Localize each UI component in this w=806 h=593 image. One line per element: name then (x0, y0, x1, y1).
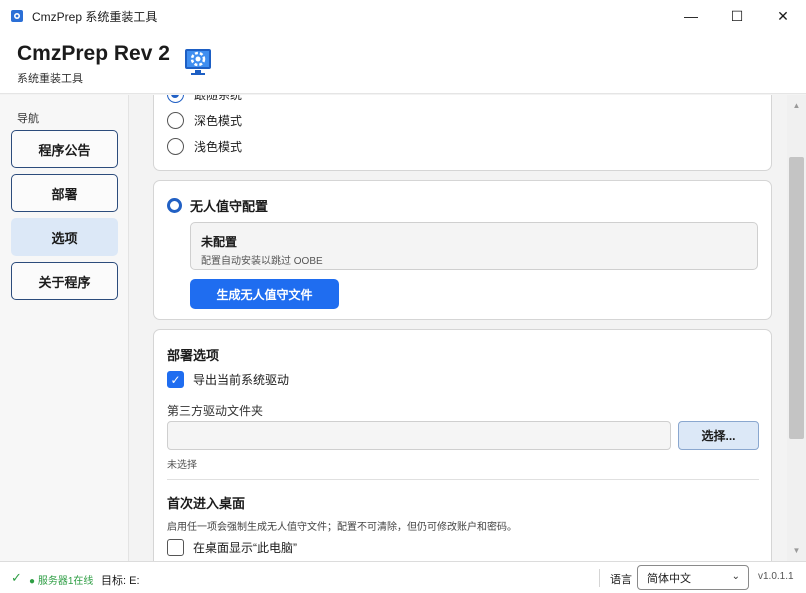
server-status: ● 服务器1在线 (29, 576, 94, 587)
language-select[interactable]: 简体中文 ⌄ (637, 565, 749, 590)
scroll-thumb[interactable] (789, 157, 804, 439)
app-header: CmzPrep Rev 2 系统重装工具 (0, 32, 806, 94)
deploy-options-card: 部署选项 ✓ 导出当前系统驱动 第三方驱动文件夹 选择... 未选择 首次进入桌… (153, 329, 772, 561)
app-icon (11, 10, 23, 22)
app-title: CmzPrep Rev 2 (17, 42, 170, 65)
theme-option-system[interactable]: 跟随系统 (167, 95, 242, 103)
app-subtitle: 系统重装工具 (17, 73, 83, 85)
nav-label: 导航 (17, 113, 39, 125)
unattend-status-box: 未配置 配置自动安装以跳过 OOBE (190, 222, 758, 270)
first-desktop-desc: 启用任一项会强制生成无人值守文件；配置不可清除，但仍可修改账户和密码。 (167, 522, 517, 533)
title-bar: CmzPrep 系统重装工具 — ☐ ✕ (0, 0, 806, 32)
minimize-button[interactable]: — (668, 0, 714, 32)
scroll-up-icon[interactable]: ▲ (787, 97, 806, 114)
unattend-status-desc: 配置自动安装以跳过 OOBE (201, 256, 323, 267)
maximize-button[interactable]: ☐ (714, 0, 760, 32)
deploy-options-title: 部署选项 (167, 348, 220, 363)
browse-folder-button[interactable]: 选择... (678, 421, 759, 450)
language-value: 简体中文 (647, 572, 691, 585)
gear-monitor-icon (185, 49, 211, 75)
theme-option-light[interactable]: 浅色模式 (167, 138, 242, 155)
nav-item-options[interactable]: 选项 (11, 218, 118, 256)
theme-option-label: 浅色模式 (194, 140, 243, 154)
export-drivers-label: 导出当前系统驱动 (193, 373, 290, 387)
export-drivers-checkbox[interactable]: ✓ 导出当前系统驱动 (167, 371, 289, 388)
vertical-scrollbar[interactable]: ▲ ▼ (787, 95, 806, 561)
theme-card: 跟随系统 深色模式 浅色模式 (153, 95, 772, 171)
unattend-card: 无人值守配置 未配置 配置自动安装以跳过 OOBE 生成无人值守文件 (153, 180, 772, 320)
window-title: CmzPrep 系统重装工具 (32, 9, 158, 24)
folder-hint: 未选择 (167, 460, 197, 471)
nav-item-deploy[interactable]: 部署 (11, 174, 118, 212)
version-label: v1.0.1.1 (758, 571, 794, 582)
chevron-down-icon: ⌄ (731, 571, 740, 582)
divider (167, 479, 759, 480)
show-this-pc-checkbox[interactable]: 在桌面显示“此电脑” (167, 539, 297, 556)
online-check-icon: ✓ (11, 570, 22, 585)
unattend-status-title: 未配置 (201, 235, 238, 249)
first-desktop-title: 首次进入桌面 (167, 496, 246, 511)
checkbox-icon (167, 539, 184, 556)
nav-item-announcements[interactable]: 程序公告 (11, 130, 118, 168)
radio-icon (167, 112, 184, 129)
show-this-pc-label: 在桌面显示“此电脑” (193, 541, 297, 555)
unattend-title: 无人值守配置 (190, 199, 269, 214)
status-ring-icon (167, 198, 182, 213)
theme-option-label: 深色模式 (194, 114, 243, 128)
theme-option-dark[interactable]: 深色模式 (167, 112, 242, 129)
status-separator (599, 569, 600, 587)
driver-folder-input[interactable] (167, 421, 671, 450)
third-party-driver-label: 第三方驱动文件夹 (167, 404, 264, 418)
target-drive: 目标: E: (101, 575, 140, 587)
checkmark-icon: ✓ (167, 371, 184, 388)
nav-item-about[interactable]: 关于程序 (11, 262, 118, 300)
scroll-down-icon[interactable]: ▼ (787, 542, 806, 559)
sidebar: 导航 程序公告 部署 选项 关于程序 (0, 95, 129, 561)
options-content: 跟随系统 深色模式 浅色模式 无人值守配置 未配置 配置自动安装以跳过 OOBE… (130, 95, 787, 561)
generate-unattend-button[interactable]: 生成无人值守文件 (190, 279, 339, 309)
status-bar: ✓ ● 服务器1在线 目标: E: 语言 简体中文 ⌄ v1.0.1.1 (0, 561, 806, 593)
close-button[interactable]: ✕ (760, 0, 806, 32)
radio-selected-icon (167, 95, 184, 103)
language-label: 语言 (610, 574, 632, 586)
theme-option-label: 跟随系统 (194, 95, 243, 102)
radio-icon (167, 138, 184, 155)
